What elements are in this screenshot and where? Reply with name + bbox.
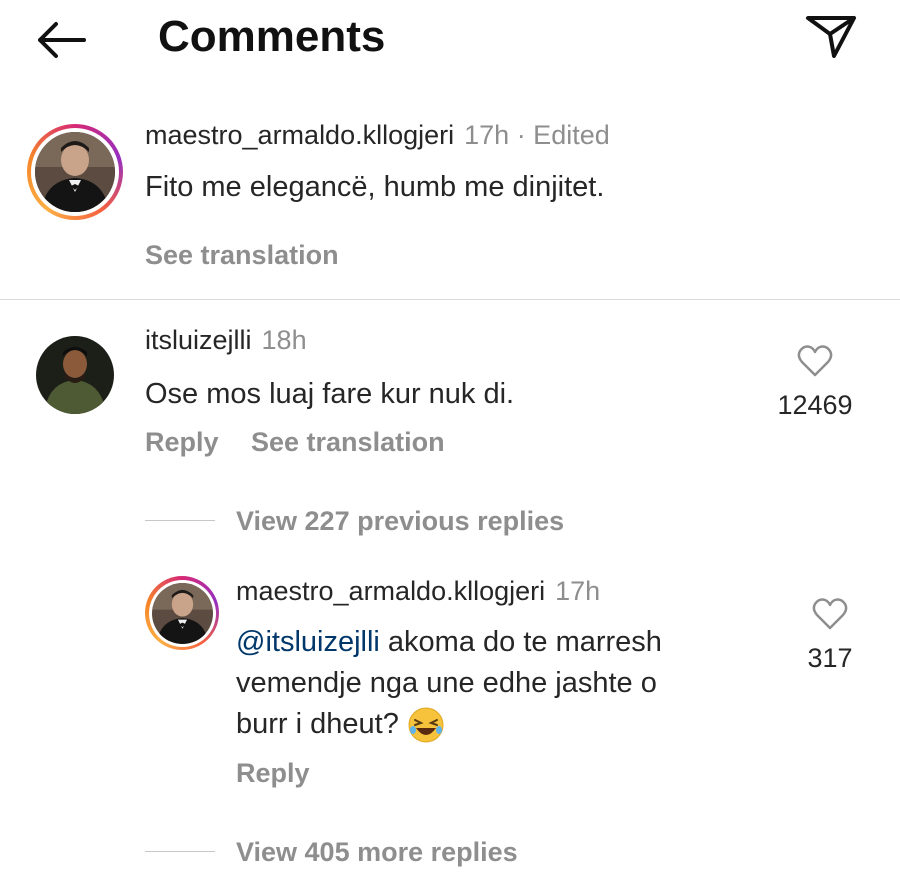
- reply-avatar-photo: [151, 582, 213, 644]
- comment-text: Ose mos luaj fare kur nuk di.: [145, 378, 515, 410]
- reply-avatar[interactable]: [145, 576, 219, 650]
- reply-text-line2: vemendje nga une edhe jashte o: [236, 667, 657, 699]
- reply-like-count: 317: [807, 643, 853, 673]
- comment-avatar[interactable]: [36, 336, 114, 414]
- caption-avatar[interactable]: [27, 124, 123, 220]
- reply-username[interactable]: maestro_armaldo.kllogjeri: [236, 576, 545, 606]
- heart-icon[interactable]: [797, 345, 833, 377]
- reply-text: @itsluizejlli akoma do te marresh vemend…: [236, 622, 756, 745]
- view-previous-replies-button[interactable]: View 227 previous replies: [236, 506, 564, 537]
- caption-meta: 17h · Edited: [464, 120, 610, 150]
- divider: [0, 299, 900, 300]
- view-more-replies-button[interactable]: View 405 more replies: [236, 837, 518, 868]
- comment-time: 18h: [261, 325, 307, 355]
- back-arrow-icon[interactable]: [34, 20, 88, 60]
- reply-text-line1: akoma do te marresh: [379, 626, 662, 658]
- caption-see-translation-link[interactable]: See translation: [145, 240, 339, 271]
- comment-username[interactable]: itsluizejlli: [145, 325, 252, 355]
- caption-avatar-photo: [35, 132, 115, 212]
- paper-plane-icon[interactable]: [804, 12, 858, 60]
- comment-see-translation-link[interactable]: See translation: [251, 427, 445, 458]
- page-title: Comments: [158, 12, 386, 61]
- reply-reply-button[interactable]: Reply: [236, 758, 310, 789]
- comment-avatar-photo: [36, 336, 114, 414]
- heart-icon[interactable]: [812, 598, 848, 630]
- reply-mention-link[interactable]: @itsluizejlli: [236, 626, 380, 658]
- caption-text: Fito me elegancë, humb me dinjitet.: [145, 171, 605, 203]
- replies-divider-line: [145, 520, 215, 521]
- caption-username[interactable]: maestro_armaldo.kllogjeri: [145, 120, 454, 150]
- comment-like-group: 12469: [760, 345, 870, 421]
- reply-like-group: 317: [775, 598, 885, 674]
- reply-text-line3: burr i dheut?: [236, 708, 399, 740]
- more-replies-divider-line: [145, 851, 215, 852]
- comment-reply-button[interactable]: Reply: [145, 427, 219, 458]
- reply-time: 17h: [555, 576, 601, 606]
- laughing-emoji-icon: [408, 707, 444, 742]
- comment-like-count: 12469: [777, 390, 853, 420]
